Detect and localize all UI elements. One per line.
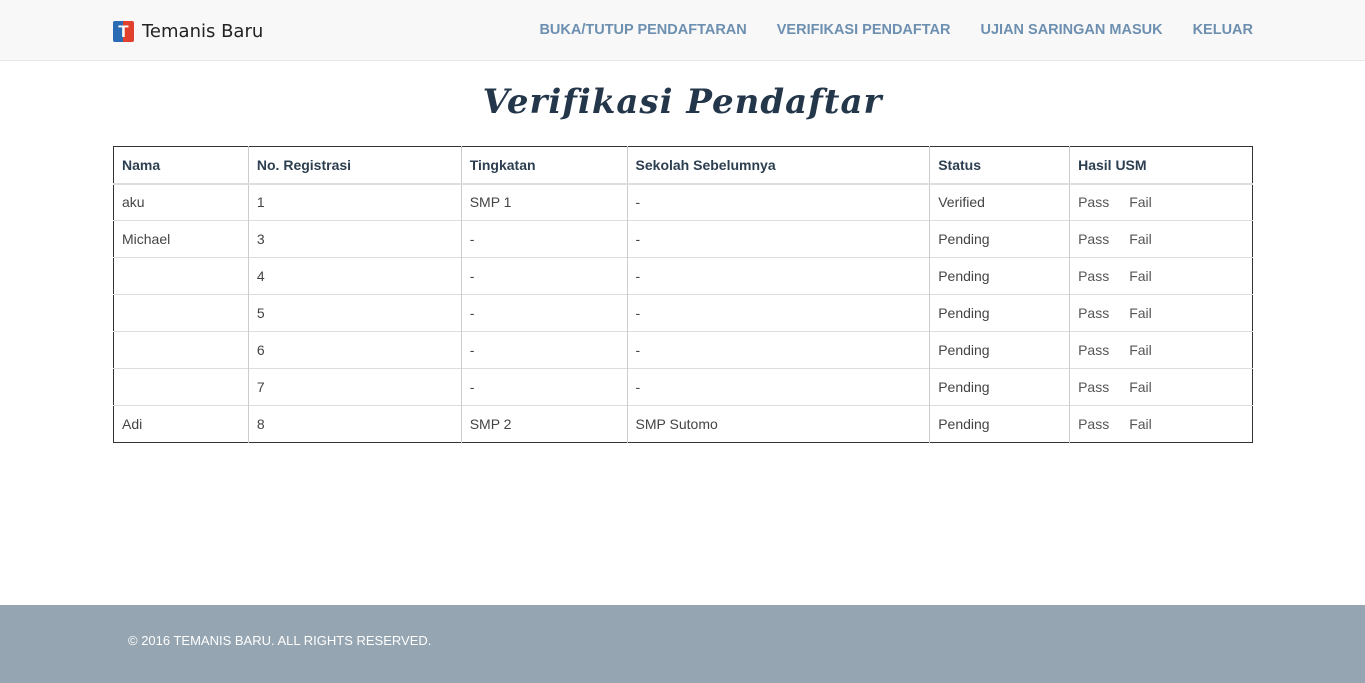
cell-sekolah-sebelumnya: - — [626, 294, 930, 332]
cell-hasil-usm: Pass Fail — [1069, 405, 1253, 443]
table-row: aku 1 SMP 1- Verified Pass Fail — [113, 183, 1253, 221]
nav-item-ujian-saringan-masuk[interactable]: UJIAN SARINGAN MASUK — [981, 22, 1163, 38]
brand-link[interactable]: T Temanis Baru — [113, 19, 263, 43]
cell-no-registrasi: 3 — [247, 220, 462, 258]
pass-link[interactable]: Pass — [1078, 342, 1109, 358]
header-no-registrasi: No. Registrasi — [247, 146, 462, 185]
table-header-row: Nama No. Registrasi Tingkatan Sekolah Se… — [113, 146, 1253, 185]
pass-link[interactable]: Pass — [1078, 268, 1109, 284]
cell-hasil-usm: Pass Fail — [1069, 183, 1253, 221]
cell-no-registrasi: 1 — [247, 183, 462, 221]
cell-tingkatan: SMP 1 — [460, 183, 628, 221]
cell-hasil-usm: Pass Fail — [1069, 294, 1253, 332]
fail-link[interactable]: Fail — [1129, 231, 1152, 247]
navbar: T Temanis Baru BUKA/TUTUP PENDAFTARAN VE… — [0, 0, 1365, 61]
cell-nama — [113, 331, 249, 369]
table-row: 7- - Pending Pass Fail — [113, 368, 1253, 406]
header-nama: Nama — [113, 146, 249, 185]
cell-no-registrasi: 4 — [247, 257, 462, 295]
cell-hasil-usm: Pass Fail — [1069, 331, 1253, 369]
footer-copyright: © 2016 TEMANIS BARU. ALL RIGHTS RESERVED… — [128, 633, 432, 648]
cell-status: Pending — [929, 294, 1070, 332]
cell-no-registrasi: 6 — [247, 331, 462, 369]
cell-tingkatan: - — [460, 294, 628, 332]
nav-item-keluar[interactable]: KELUAR — [1193, 22, 1253, 38]
cell-hasil-usm: Pass Fail — [1069, 220, 1253, 258]
fail-link[interactable]: Fail — [1129, 268, 1152, 284]
cell-nama — [113, 368, 249, 406]
pass-link[interactable]: Pass — [1078, 416, 1109, 432]
cell-tingkatan: SMP 2 — [460, 405, 628, 443]
pass-link[interactable]: Pass — [1078, 231, 1109, 247]
table-body: aku 1 SMP 1- Verified Pass Fail Michael 3- - Pend… — [113, 183, 1253, 443]
footer: © 2016 TEMANIS BARU. ALL RIGHTS RESERVED… — [0, 605, 1365, 683]
cell-tingkatan: - — [460, 257, 628, 295]
header-tingkatan: Tingkatan — [460, 146, 628, 185]
fail-link[interactable]: Fail — [1129, 194, 1152, 210]
cell-tingkatan: - — [460, 331, 628, 369]
cell-hasil-usm: Pass Fail — [1069, 257, 1253, 295]
fail-link[interactable]: Fail — [1129, 416, 1152, 432]
header-status: Status — [929, 146, 1070, 185]
header-hasil-usm: Hasil USM — [1069, 146, 1253, 185]
table-row: 4- - Pending Pass Fail — [113, 257, 1253, 295]
cell-sekolah-sebelumnya: - — [626, 183, 930, 221]
table-row: Adi 8 SMP 2 SMP Sutomo Pending Pass Fail — [113, 405, 1253, 443]
cell-status: Pending — [929, 405, 1070, 443]
table-row: Michael 3- - Pending Pass Fail — [113, 220, 1253, 258]
cell-nama: aku — [113, 183, 249, 221]
cell-tingkatan: - — [460, 368, 628, 406]
cell-tingkatan: - — [460, 220, 628, 258]
cell-hasil-usm: Pass Fail — [1069, 368, 1253, 406]
cell-sekolah-sebelumnya: SMP Sutomo — [626, 405, 930, 443]
cell-no-registrasi: 7 — [247, 368, 462, 406]
fail-link[interactable]: Fail — [1129, 305, 1152, 321]
cell-status: Pending — [929, 220, 1070, 258]
registrants-table: Nama No. Registrasi Tingkatan Sekolah Se… — [113, 146, 1253, 443]
table-row: 5- - Pending Pass Fail — [113, 294, 1253, 332]
cell-nama — [113, 257, 249, 295]
page-title: Verifikasi Pendaftar — [482, 82, 883, 122]
cell-nama — [113, 294, 249, 332]
cell-no-registrasi: 5 — [247, 294, 462, 332]
pass-link[interactable]: Pass — [1078, 305, 1109, 321]
cell-sekolah-sebelumnya: - — [626, 331, 930, 369]
cell-sekolah-sebelumnya: - — [626, 220, 930, 258]
pass-link[interactable]: Pass — [1078, 194, 1109, 210]
cell-status: Pending — [929, 257, 1070, 295]
fail-link[interactable]: Fail — [1129, 379, 1152, 395]
cell-nama: Michael — [113, 220, 249, 258]
cell-sekolah-sebelumnya: - — [626, 368, 930, 406]
cell-status: Verified — [929, 183, 1070, 221]
cell-nama: Adi — [113, 405, 249, 443]
brand-logo-icon: T — [113, 20, 134, 42]
header-sekolah-sebelumnya: Sekolah Sebelumnya — [626, 146, 930, 185]
pass-link[interactable]: Pass — [1078, 379, 1109, 395]
fail-link[interactable]: Fail — [1129, 342, 1152, 358]
nav-item-verifikasi-pendaftar[interactable]: VERIFIKASI PENDAFTAR — [777, 22, 951, 38]
cell-status: Pending — [929, 331, 1070, 369]
cell-no-registrasi: 8 — [247, 405, 462, 443]
cell-status: Pending — [929, 368, 1070, 406]
cell-sekolah-sebelumnya: - — [626, 257, 930, 295]
table-row: 6- - Pending Pass Fail — [113, 331, 1253, 369]
main-nav: BUKA/TUTUP PENDAFTARAN VERIFIKASI PENDAF… — [509, 0, 1253, 60]
brand-name: Temanis Baru — [142, 20, 264, 42]
nav-item-buka-tutup-pendaftaran[interactable]: BUKA/TUTUP PENDAFTARAN — [539, 22, 746, 38]
